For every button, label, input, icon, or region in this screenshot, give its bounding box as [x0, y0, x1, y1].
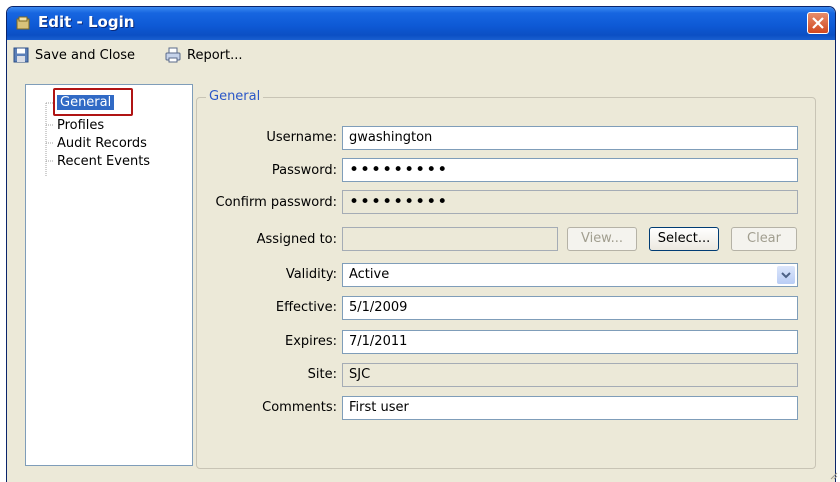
- expires-label: Expires:: [285, 334, 337, 349]
- site-label: Site:: [307, 367, 337, 382]
- annotation-highlight-box: [53, 88, 133, 116]
- comments-input[interactable]: First user: [342, 396, 798, 420]
- clear-button[interactable]: Clear: [731, 227, 797, 251]
- tree-item-audit-records[interactable]: Audit Records: [57, 136, 147, 151]
- window-app-icon: [16, 16, 30, 30]
- password-label: Password:: [271, 163, 337, 178]
- save-and-close-label: Save and Close: [35, 47, 136, 63]
- site-input[interactable]: SJC: [342, 363, 798, 387]
- navigation-tree: General Profiles Audit Records Recent Ev…: [25, 84, 193, 466]
- assigned-to-label: Assigned to:: [256, 232, 337, 247]
- username-input[interactable]: gwashington: [342, 126, 798, 150]
- report-button[interactable]: Report...: [165, 46, 243, 64]
- window-title: Edit - Login: [38, 13, 135, 31]
- effective-label: Effective:: [275, 300, 337, 315]
- username-label: Username:: [266, 130, 337, 145]
- save-icon: [13, 47, 29, 63]
- expires-date-input[interactable]: 7/1/2011: [342, 330, 798, 354]
- toolbar: Save and Close Report...: [7, 41, 835, 69]
- resize-grip-icon[interactable]: [828, 470, 838, 480]
- assigned-to-input[interactable]: [342, 227, 558, 251]
- close-button[interactable]: [807, 12, 829, 34]
- save-and-close-button[interactable]: Save and Close: [13, 46, 135, 64]
- confirm-password-label: Confirm password:: [215, 195, 337, 210]
- tree-item-recent-events[interactable]: Recent Events: [57, 154, 150, 169]
- validity-select[interactable]: Active: [342, 263, 798, 287]
- printer-icon: [165, 47, 181, 63]
- validity-label: Validity:: [285, 267, 337, 282]
- validity-value: Active: [349, 267, 390, 282]
- general-group-title: General: [206, 89, 264, 104]
- effective-date-input[interactable]: 5/1/2009: [342, 296, 798, 320]
- report-label: Report...: [187, 47, 243, 63]
- close-icon: [812, 17, 824, 29]
- comments-label: Comments:: [262, 400, 337, 415]
- select-button[interactable]: Select...: [649, 227, 719, 251]
- chevron-down-icon[interactable]: [777, 266, 795, 284]
- tree-item-profiles[interactable]: Profiles: [57, 118, 104, 133]
- title-bar[interactable]: Edit - Login: [7, 7, 835, 40]
- confirm-password-input[interactable]: •••••••••: [342, 190, 798, 214]
- view-button[interactable]: View...: [567, 227, 637, 251]
- password-input[interactable]: •••••••••: [342, 158, 798, 182]
